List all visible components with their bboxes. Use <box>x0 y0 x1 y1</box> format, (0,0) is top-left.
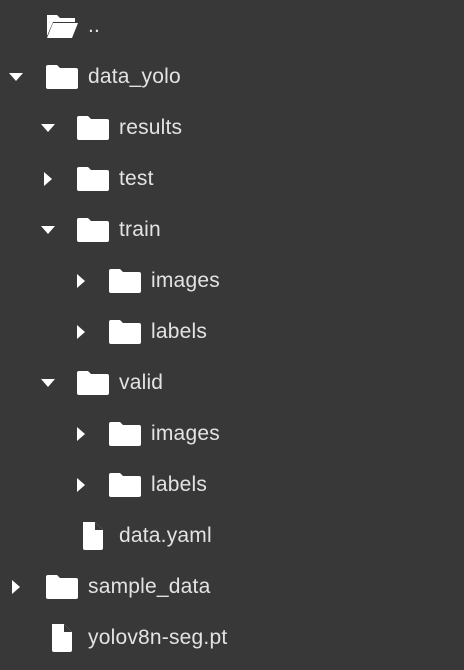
tree-item-label: images <box>151 422 220 445</box>
folder-icon <box>108 408 142 459</box>
chevron-right-icon[interactable] <box>6 561 26 612</box>
tree-item-label: data_yolo <box>88 65 181 88</box>
tree-item-test[interactable]: test <box>0 153 464 204</box>
tree-item-data-yolo[interactable]: data_yolo <box>0 51 464 102</box>
file-icon <box>76 510 110 561</box>
tree-item-sample-data[interactable]: sample_data <box>0 561 464 612</box>
tree-item-train-images[interactable]: images <box>0 255 464 306</box>
tree-item-valid-labels[interactable]: labels <box>0 459 464 510</box>
chevron-down-icon[interactable] <box>38 102 58 153</box>
folder-open-icon <box>45 0 79 51</box>
folder-icon <box>76 102 110 153</box>
chevron-down-icon[interactable] <box>38 204 58 255</box>
tree-item-label: test <box>119 167 154 190</box>
tree-item-valid[interactable]: valid <box>0 357 464 408</box>
chevron-down-icon[interactable] <box>6 51 26 102</box>
chevron-down-icon[interactable] <box>38 357 58 408</box>
tree-item-yolov8n-seg-pt[interactable]: yolov8n-seg.pt <box>0 612 464 663</box>
tree-item-parent-dir[interactable]: .. <box>0 0 464 51</box>
tree-item-label: images <box>151 269 220 292</box>
chevron-right-icon[interactable] <box>38 153 58 204</box>
folder-icon <box>108 255 142 306</box>
tree-item-label: data.yaml <box>119 524 212 547</box>
tree-item-label: yolov8n-seg.pt <box>88 626 228 649</box>
tree-item-label: labels <box>151 473 208 496</box>
folder-icon <box>76 204 110 255</box>
chevron-right-icon[interactable] <box>71 306 91 357</box>
folder-icon <box>108 459 142 510</box>
tree-item-train-labels[interactable]: labels <box>0 306 464 357</box>
tree-item-label: sample_data <box>88 575 211 598</box>
tree-item-label: valid <box>119 371 164 394</box>
tree-item-label: train <box>119 218 161 241</box>
tree-item-label: results <box>119 116 183 139</box>
chevron-right-icon[interactable] <box>71 459 91 510</box>
chevron-right-icon[interactable] <box>71 255 91 306</box>
file-browser-tree: .. data_yolo results test train images l… <box>0 0 464 670</box>
folder-icon <box>76 357 110 408</box>
tree-item-data-yaml[interactable]: data.yaml <box>0 510 464 561</box>
tree-item-valid-images[interactable]: images <box>0 408 464 459</box>
tree-item-results[interactable]: results <box>0 102 464 153</box>
folder-icon <box>45 561 79 612</box>
folder-icon <box>45 51 79 102</box>
tree-item-label: labels <box>151 320 208 343</box>
chevron-right-icon[interactable] <box>71 408 91 459</box>
folder-icon <box>76 153 110 204</box>
folder-icon <box>108 306 142 357</box>
file-icon <box>45 612 79 663</box>
tree-item-train[interactable]: train <box>0 204 464 255</box>
tree-item-label: .. <box>88 14 101 37</box>
